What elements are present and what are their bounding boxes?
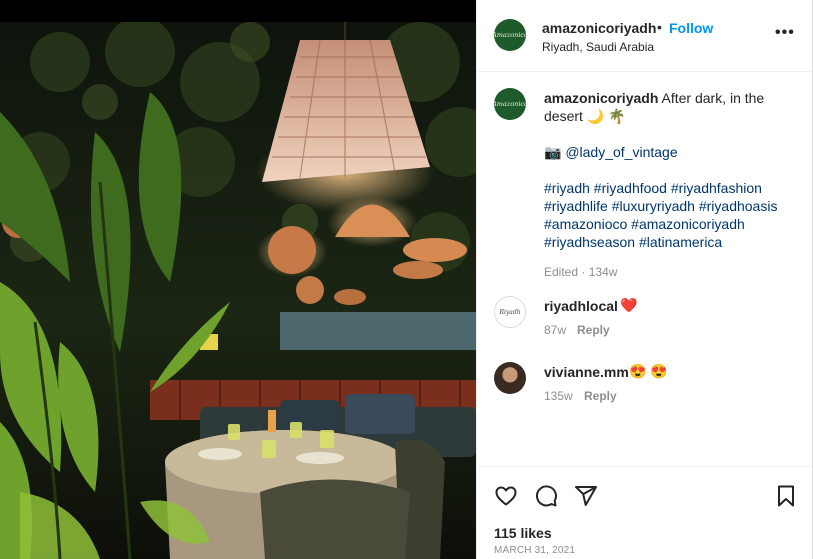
caption-avatar-logo-text: Amazonico — [492, 100, 528, 108]
post-actions: 115 likes MARCH 31, 2021 — [477, 466, 812, 559]
follow-button[interactable]: Follow — [669, 20, 713, 36]
avatar-logo-text: Amazonico — [492, 31, 528, 39]
commenter-avatar[interactable] — [494, 362, 526, 394]
comment-icon[interactable] — [534, 484, 558, 508]
hashtags-line-1[interactable]: #riyadh #riyadhfood #riyadhfashion — [544, 179, 799, 197]
post-photo[interactable] — [0, 22, 476, 559]
hashtags-line-3[interactable]: #amazonioco #amazonicoriyadh — [544, 215, 799, 233]
comment-text: ❤️ — [620, 297, 638, 313]
commenter-avatar[interactable]: Riyadh — [494, 296, 526, 328]
share-icon[interactable] — [574, 484, 598, 508]
top-black-bar — [0, 0, 476, 22]
comment-username[interactable]: riyadhlocal — [544, 298, 618, 314]
header-separator: • — [657, 19, 662, 35]
camera-emoji: 📷 — [544, 144, 562, 160]
caption-body: amazonicoriyadh After dark, in the deser… — [544, 89, 799, 281]
heart-icon[interactable] — [494, 484, 518, 508]
caption-time[interactable]: 134w — [589, 265, 618, 279]
bookmark-icon[interactable] — [774, 484, 798, 508]
post-header: Amazonico amazonicoriyadh • Follow Riyad… — [477, 0, 812, 72]
credit-mention-link[interactable]: @lady_of_vintage — [565, 144, 677, 160]
more-options-icon[interactable]: ••• — [775, 24, 795, 42]
account-avatar[interactable]: Amazonico — [492, 19, 528, 51]
caption-emoji: 🌙 🌴 — [586, 108, 626, 124]
post-date[interactable]: MARCH 31, 2021 — [494, 545, 575, 556]
comment-text: 😍 😍 — [629, 363, 668, 379]
comment-username[interactable]: vivianne.mm — [544, 364, 629, 380]
restaurant-night-scene — [0, 22, 476, 559]
caption-username[interactable]: amazonicoriyadh — [544, 90, 658, 106]
commenter-avatar-text: Riyadh — [499, 308, 521, 316]
caption-meta-separator: · — [581, 265, 586, 279]
location-link[interactable]: Riyadh, Saudi Arabia — [542, 40, 654, 54]
likes-count[interactable]: 115 likes — [494, 525, 552, 541]
caption-meta: Edited · 134w — [544, 263, 799, 281]
comment-time[interactable]: 135w — [544, 389, 573, 403]
reply-button[interactable]: Reply — [584, 389, 617, 403]
reply-button[interactable]: Reply — [577, 323, 610, 337]
post-side-panel: Amazonico amazonicoriyadh • Follow Riyad… — [476, 0, 813, 559]
header-username[interactable]: amazonicoriyadh — [542, 20, 656, 36]
hashtags-line-4[interactable]: #riyadhseason #latinamerica — [544, 233, 799, 251]
hashtags-line-2[interactable]: #riyadhlife #luxuryriyadh #riyadhoasis — [544, 197, 799, 215]
caption-avatar[interactable]: Amazonico — [492, 88, 528, 120]
comment-time[interactable]: 87w — [544, 323, 566, 337]
edited-label: Edited — [544, 265, 579, 279]
